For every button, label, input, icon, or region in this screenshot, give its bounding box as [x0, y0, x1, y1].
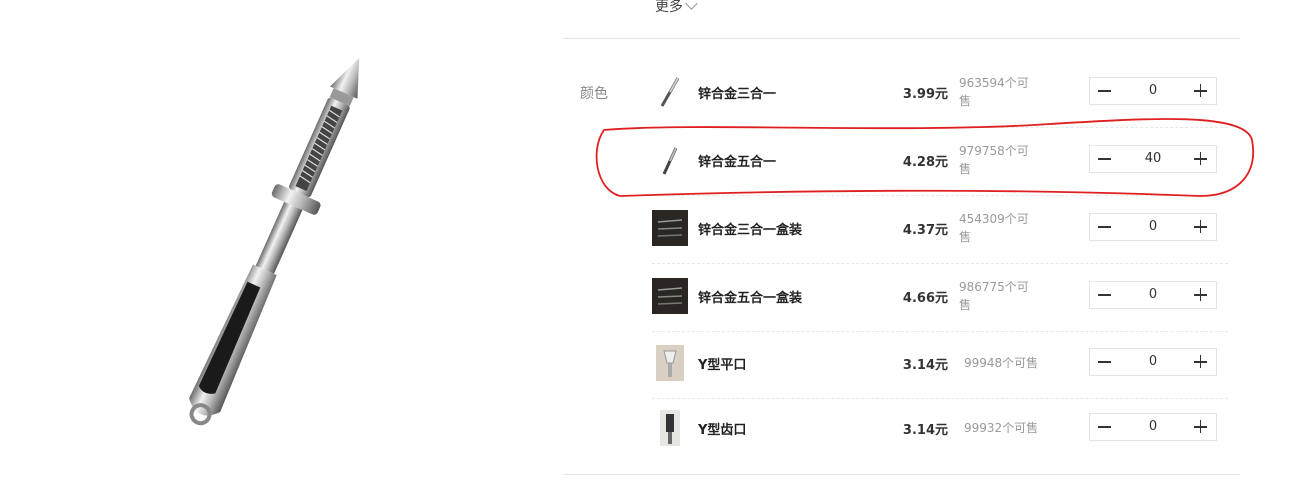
variant-stock: 979758个可售 — [959, 144, 1029, 176]
divider-top — [563, 38, 1240, 39]
color-label: 颜色 — [580, 86, 608, 102]
quantity-stepper: 0 — [1089, 413, 1217, 441]
product-image — [189, 57, 360, 426]
variant-price: 3.14元 — [902, 358, 948, 373]
plus-icon[interactable] — [1186, 349, 1216, 375]
variant-thumbnail — [656, 345, 684, 381]
variant-thumbnail — [652, 210, 688, 246]
variant-thumbnail — [652, 278, 688, 314]
variant-name: Y型齿口 — [698, 423, 747, 438]
variant-name: Y型平口 — [698, 358, 747, 373]
quantity-input[interactable]: 0 — [1120, 282, 1186, 308]
plus-icon[interactable] — [1186, 146, 1216, 172]
minus-icon[interactable] — [1090, 146, 1120, 172]
quantity-input[interactable]: 0 — [1120, 414, 1186, 440]
variant-name: 锌合金三合一 — [698, 87, 777, 102]
more-label: 更多 — [655, 0, 683, 15]
quantity-stepper: 0 — [1089, 77, 1217, 105]
variant-name: 锌合金三合一盒装 — [698, 223, 803, 238]
variant-row: Y型齿口 3.14元 99932个可售 0 — [652, 408, 1228, 448]
quantity-input[interactable]: 0 — [1120, 78, 1186, 104]
variant-price: 4.37元 — [902, 223, 948, 238]
variant-price: 4.66元 — [902, 291, 948, 306]
chevron-down-icon — [685, 0, 698, 10]
quantity-stepper: 0 — [1089, 213, 1217, 241]
quantity-stepper: 0 — [1089, 348, 1217, 376]
minus-icon[interactable] — [1090, 282, 1120, 308]
plus-icon[interactable] — [1186, 282, 1216, 308]
plus-icon[interactable] — [1186, 78, 1216, 104]
variant-name: 锌合金五合一 — [698, 155, 777, 170]
quantity-input[interactable]: 0 — [1120, 214, 1186, 240]
variant-stock: 99932个可售 — [964, 421, 1039, 435]
variant-stock: 99948个可售 — [964, 356, 1039, 370]
more-filter-button[interactable]: 更多 — [655, 0, 698, 16]
variant-price: 3.99元 — [902, 87, 948, 102]
divider-bottom — [563, 474, 1240, 475]
variant-stock: 454309个可售 — [959, 212, 1029, 244]
minus-icon[interactable] — [1090, 414, 1120, 440]
minus-icon[interactable] — [1090, 78, 1120, 104]
quantity-stepper: 0 — [1089, 281, 1217, 309]
variant-price: 3.14元 — [902, 423, 948, 438]
variant-row: 锌合金三合一盒装 4.37元 454309个可售 0 — [652, 208, 1228, 264]
minus-icon[interactable] — [1090, 214, 1120, 240]
variant-row: 锌合金五合一盒装 4.66元 986775个可售 0 — [652, 276, 1228, 332]
quantity-input[interactable]: 0 — [1120, 349, 1186, 375]
minus-icon[interactable] — [1090, 349, 1120, 375]
variant-thumbnail — [660, 410, 680, 446]
variant-row: Y型平口 3.14元 99948个可售 0 — [652, 343, 1228, 399]
variant-stock: 963594个可售 — [959, 76, 1029, 108]
quantity-stepper: 40 — [1089, 145, 1217, 173]
quantity-input[interactable]: 40 — [1120, 146, 1186, 172]
variant-stock: 986775个可售 — [959, 280, 1029, 312]
variant-thumbnail — [652, 142, 688, 178]
variant-price: 4.28元 — [902, 155, 948, 170]
plus-icon[interactable] — [1186, 414, 1216, 440]
variant-thumbnail — [652, 74, 688, 110]
plus-icon[interactable] — [1186, 214, 1216, 240]
variant-name: 锌合金五合一盒装 — [698, 291, 803, 306]
variant-row: 锌合金五合一 4.28元 979758个可售 40 — [652, 140, 1228, 196]
variant-row: 锌合金三合一 3.99元 963594个可售 0 — [652, 72, 1228, 128]
